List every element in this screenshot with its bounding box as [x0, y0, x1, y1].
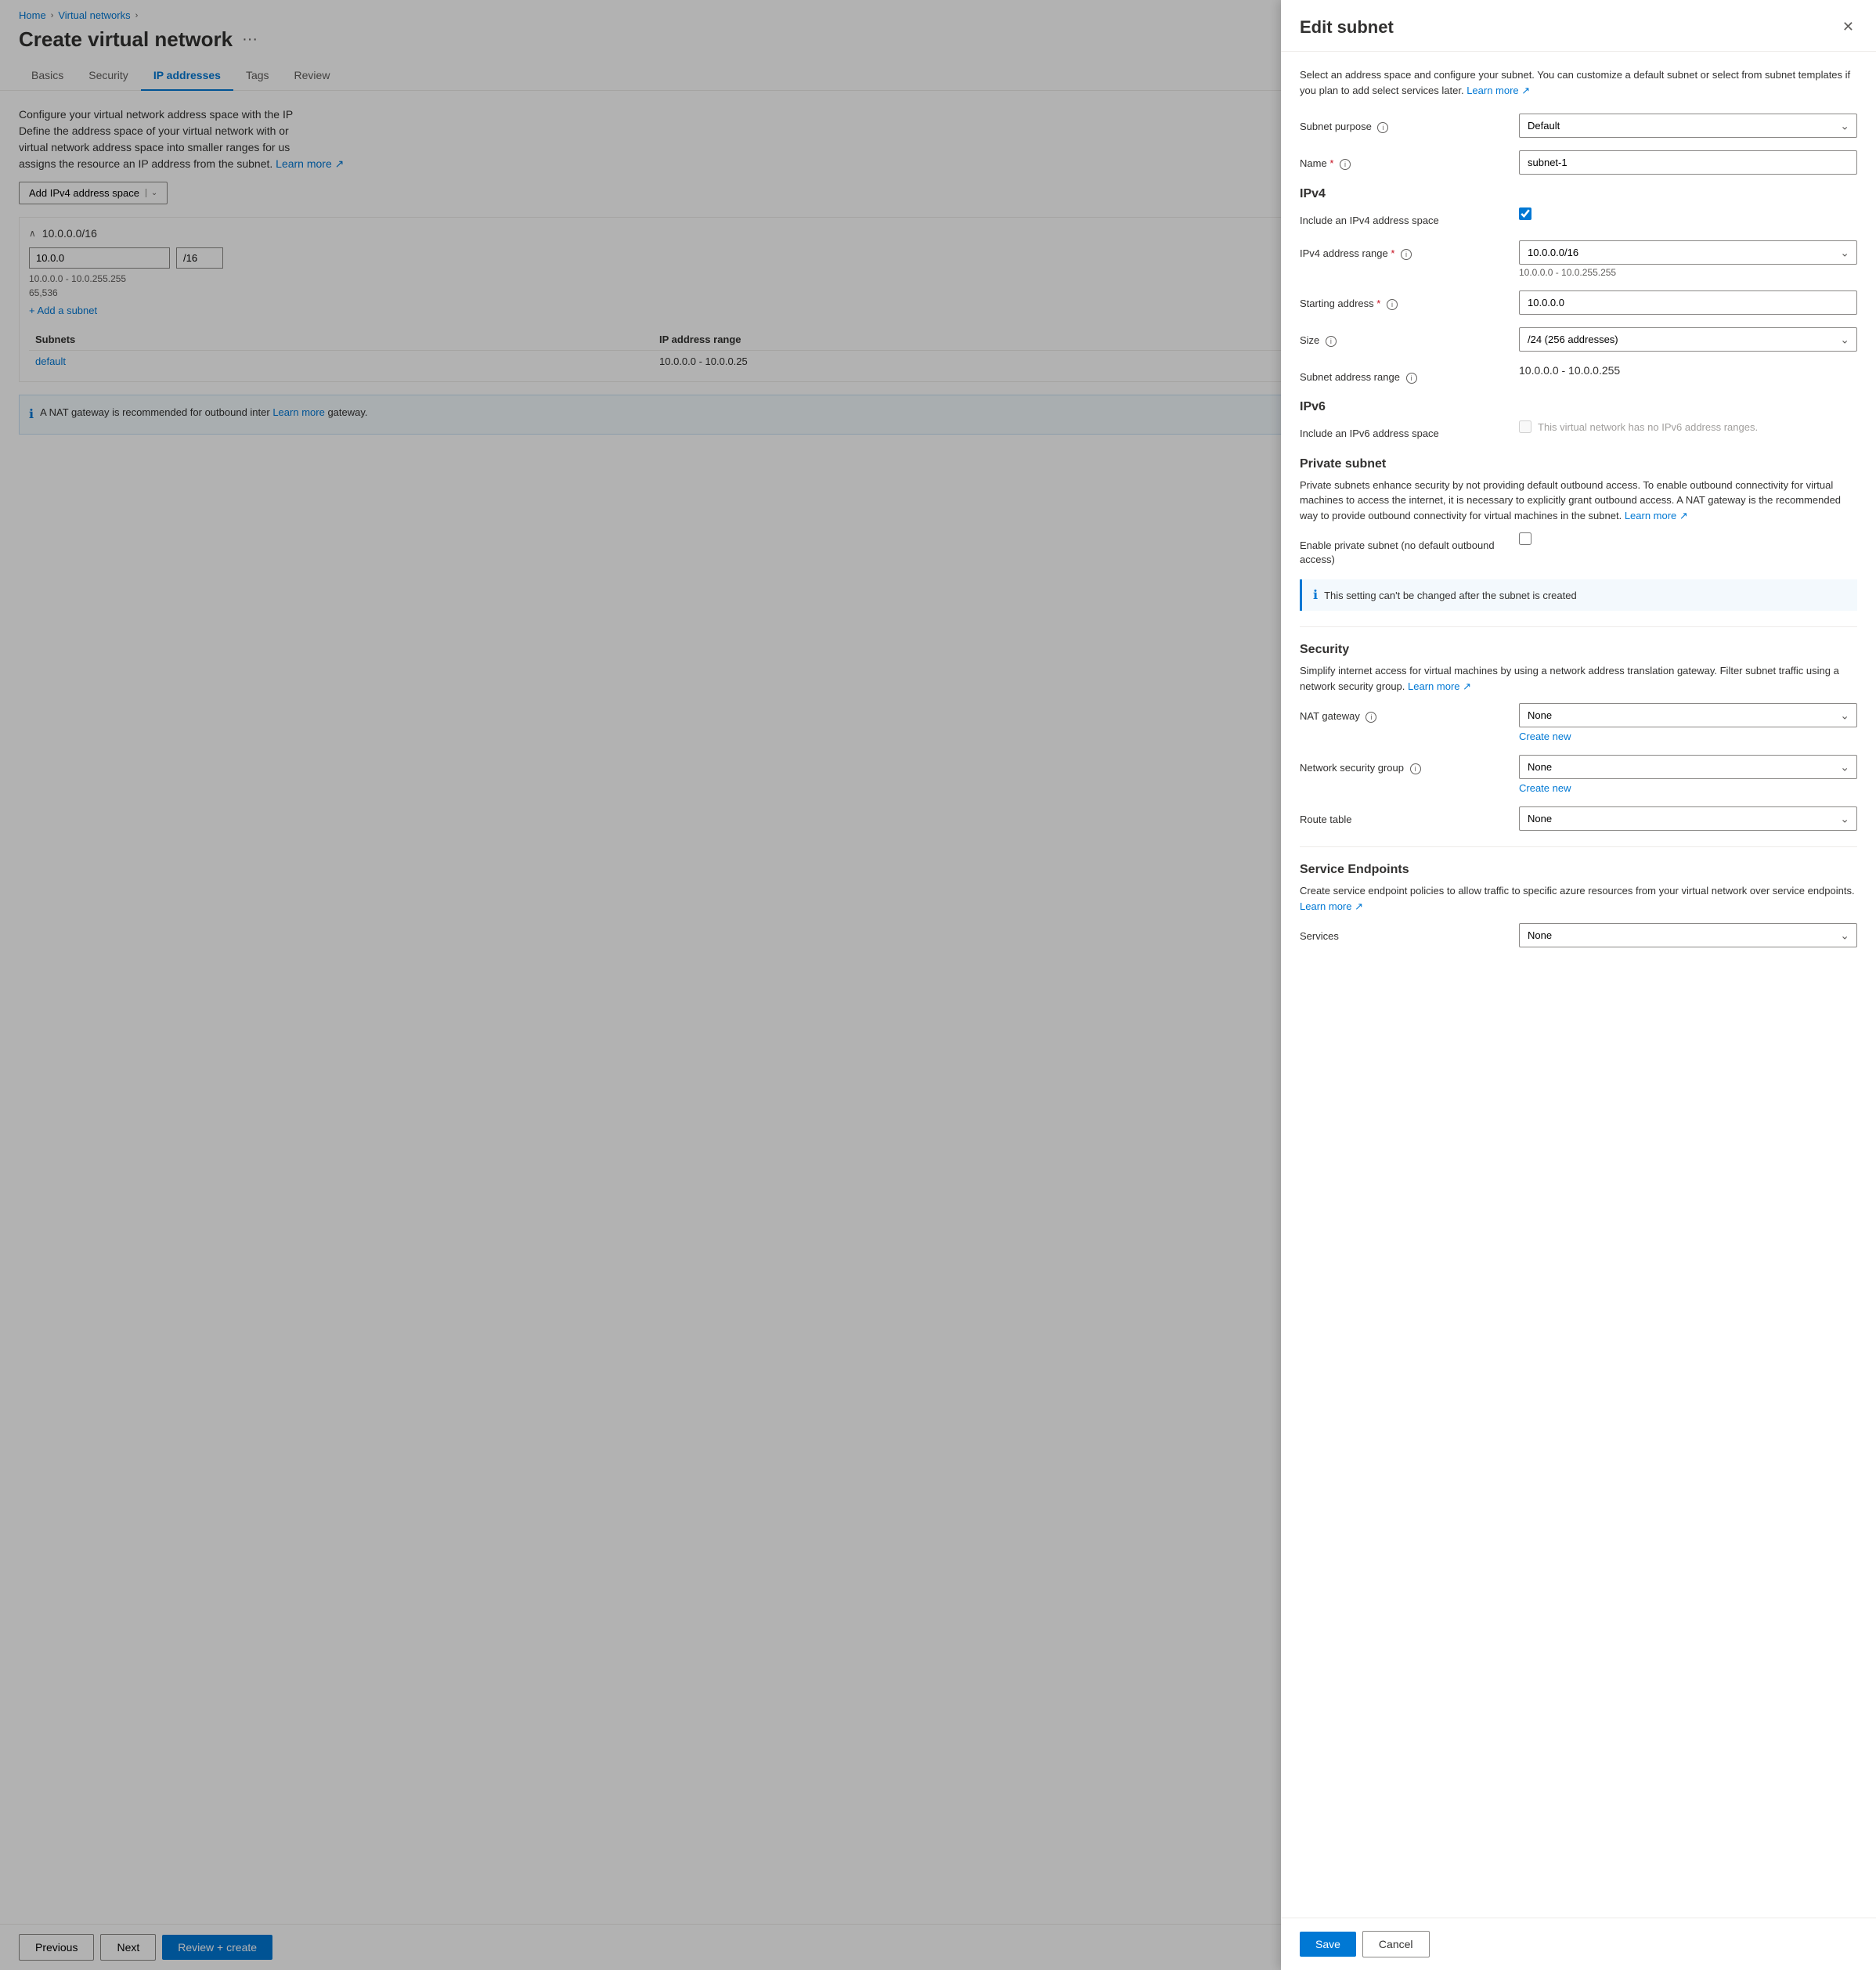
ipv4-range-info-icon[interactable]: i	[1401, 249, 1412, 260]
size-control: /24 (256 addresses) /25 (128 addresses) …	[1519, 327, 1857, 352]
subnet-name-label: Name * i	[1300, 150, 1519, 171]
save-button[interactable]: Save	[1300, 1932, 1356, 1957]
include-ipv6-checkbox-row: This virtual network has no IPv6 address…	[1519, 420, 1857, 433]
service-endpoints-learn-more[interactable]: Learn more ↗	[1300, 900, 1363, 912]
panel-title: Edit subnet	[1300, 17, 1394, 38]
route-table-label: Route table	[1300, 806, 1519, 827]
starting-address-input[interactable]	[1519, 290, 1857, 315]
size-info-icon[interactable]: i	[1326, 336, 1337, 347]
panel-footer: Save Cancel	[1281, 1918, 1876, 1970]
subnet-range-info-icon[interactable]: i	[1406, 373, 1417, 384]
include-ipv4-checkbox[interactable]	[1519, 207, 1531, 220]
panel-header: Edit subnet ✕	[1281, 0, 1876, 52]
service-endpoints-section: Service Endpoints Create service endpoin…	[1300, 863, 1857, 947]
private-subnet-desc: Private subnets enhance security by not …	[1300, 478, 1857, 524]
starting-address-row: Starting address * i	[1300, 290, 1857, 315]
route-table-row: Route table None	[1300, 806, 1857, 831]
name-required-marker: *	[1329, 157, 1333, 169]
subnet-purpose-control: Default Azure Firewall Azure Bastion Vir…	[1519, 114, 1857, 138]
include-ipv4-checkbox-row	[1519, 207, 1857, 220]
starting-address-info-icon[interactable]: i	[1387, 299, 1398, 310]
enable-private-subnet-checkbox[interactable]	[1519, 532, 1531, 545]
nat-gateway-control: None Create new	[1519, 703, 1857, 742]
subnet-range-row: Subnet address range i 10.0.0.0 - 10.0.0…	[1300, 364, 1857, 384]
cancel-button[interactable]: Cancel	[1362, 1931, 1430, 1957]
panel-content: Select an address space and configure yo…	[1281, 52, 1876, 1918]
subnet-purpose-label: Subnet purpose i	[1300, 114, 1519, 134]
ipv6-section: IPv6 Include an IPv6 address space This …	[1300, 400, 1857, 441]
subnet-name-row: Name * i	[1300, 150, 1857, 175]
enable-private-subnet-row: Enable private subnet (no default outbou…	[1300, 532, 1857, 567]
name-info-icon[interactable]: i	[1340, 159, 1351, 170]
subnet-purpose-select-wrapper: Default Azure Firewall Azure Bastion Vir…	[1519, 114, 1857, 138]
ipv4-range-control: 10.0.0.0/16 10.0.0.0 - 10.0.255.255	[1519, 240, 1857, 278]
service-endpoints-title: Service Endpoints	[1300, 863, 1857, 877]
size-select[interactable]: /24 (256 addresses) /25 (128 addresses) …	[1519, 327, 1857, 352]
panel-description: Select an address space and configure yo…	[1300, 67, 1857, 98]
subnet-purpose-select[interactable]: Default Azure Firewall Azure Bastion Vir…	[1519, 114, 1857, 138]
subnet-purpose-info-icon[interactable]: i	[1377, 122, 1388, 133]
services-control: None	[1519, 923, 1857, 947]
route-table-select[interactable]: None	[1519, 806, 1857, 831]
info-box-icon: ℹ	[1313, 587, 1318, 603]
subnet-range-label: Subnet address range i	[1300, 364, 1519, 384]
ipv6-section-title: IPv6	[1300, 400, 1857, 414]
include-ipv6-control: This virtual network has no IPv6 address…	[1519, 420, 1857, 433]
include-ipv4-control	[1519, 207, 1857, 220]
ipv4-section: IPv4 Include an IPv4 address space IPv4 …	[1300, 187, 1857, 384]
subnet-range-value: 10.0.0.0 - 10.0.0.255	[1519, 364, 1857, 377]
subnet-name-input[interactable]	[1519, 150, 1857, 175]
security-section-title: Security	[1300, 643, 1857, 657]
services-label: Services	[1300, 923, 1519, 944]
ipv6-disabled-text: This virtual network has no IPv6 address…	[1538, 421, 1758, 433]
include-ipv6-checkbox[interactable]	[1519, 420, 1531, 433]
include-ipv4-row: Include an IPv4 address space	[1300, 207, 1857, 228]
size-label: Size i	[1300, 327, 1519, 348]
ipv4-range-label: IPv4 address range * i	[1300, 240, 1519, 261]
size-row: Size i /24 (256 addresses) /25 (128 addr…	[1300, 327, 1857, 352]
services-select[interactable]: None	[1519, 923, 1857, 947]
nsg-select[interactable]: None	[1519, 755, 1857, 779]
security-learn-more[interactable]: Learn more ↗	[1408, 680, 1471, 692]
service-endpoints-desc: Create service endpoint policies to allo…	[1300, 883, 1857, 914]
private-subnet-section: Private subnet Private subnets enhance s…	[1300, 457, 1857, 612]
info-box-text: This setting can't be changed after the …	[1324, 590, 1577, 601]
include-ipv6-row: Include an IPv6 address space This virtu…	[1300, 420, 1857, 441]
include-ipv4-label: Include an IPv4 address space	[1300, 207, 1519, 228]
nsg-row: Network security group i None Create new	[1300, 755, 1857, 794]
starting-address-control	[1519, 290, 1857, 315]
panel-close-button[interactable]: ✕	[1839, 16, 1857, 38]
nat-gateway-label: NAT gateway i	[1300, 703, 1519, 723]
private-subnet-info-box: ℹ This setting can't be changed after th…	[1300, 579, 1857, 611]
subnet-purpose-row: Subnet purpose i Default Azure Firewall …	[1300, 114, 1857, 138]
private-subnet-title: Private subnet	[1300, 457, 1857, 471]
nat-gateway-select[interactable]: None	[1519, 703, 1857, 727]
divider-security	[1300, 626, 1857, 627]
divider-service-endpoints	[1300, 846, 1857, 847]
starting-address-label: Starting address * i	[1300, 290, 1519, 311]
subnet-name-control	[1519, 150, 1857, 175]
security-section-desc: Simplify internet access for virtual mac…	[1300, 663, 1857, 694]
nsg-info-icon[interactable]: i	[1410, 763, 1421, 774]
enable-private-subnet-control	[1519, 532, 1857, 547]
nsg-label: Network security group i	[1300, 755, 1519, 775]
ipv4-range-row: IPv4 address range * i 10.0.0.0/16 10.0.…	[1300, 240, 1857, 278]
panel-learn-more-link[interactable]: Learn more ↗	[1467, 85, 1530, 96]
nsg-create-new[interactable]: Create new	[1519, 782, 1857, 794]
edit-subnet-panel: Edit subnet ✕ Select an address space an…	[1281, 0, 1876, 1970]
route-table-control: None	[1519, 806, 1857, 831]
nat-gateway-info-icon[interactable]: i	[1366, 712, 1376, 723]
security-section: Security Simplify internet access for vi…	[1300, 643, 1857, 831]
nat-gateway-create-new[interactable]: Create new	[1519, 731, 1857, 742]
ipv4-section-title: IPv4	[1300, 187, 1857, 201]
nat-gateway-row: NAT gateway i None Create new	[1300, 703, 1857, 742]
nsg-control: None Create new	[1519, 755, 1857, 794]
ipv4-range-sub: 10.0.0.0 - 10.0.255.255	[1519, 267, 1857, 278]
enable-private-subnet-label: Enable private subnet (no default outbou…	[1300, 532, 1519, 567]
include-ipv6-label: Include an IPv6 address space	[1300, 420, 1519, 441]
ipv4-range-select[interactable]: 10.0.0.0/16	[1519, 240, 1857, 265]
services-row: Services None	[1300, 923, 1857, 947]
private-subnet-learn-more[interactable]: Learn more ↗	[1625, 510, 1688, 521]
